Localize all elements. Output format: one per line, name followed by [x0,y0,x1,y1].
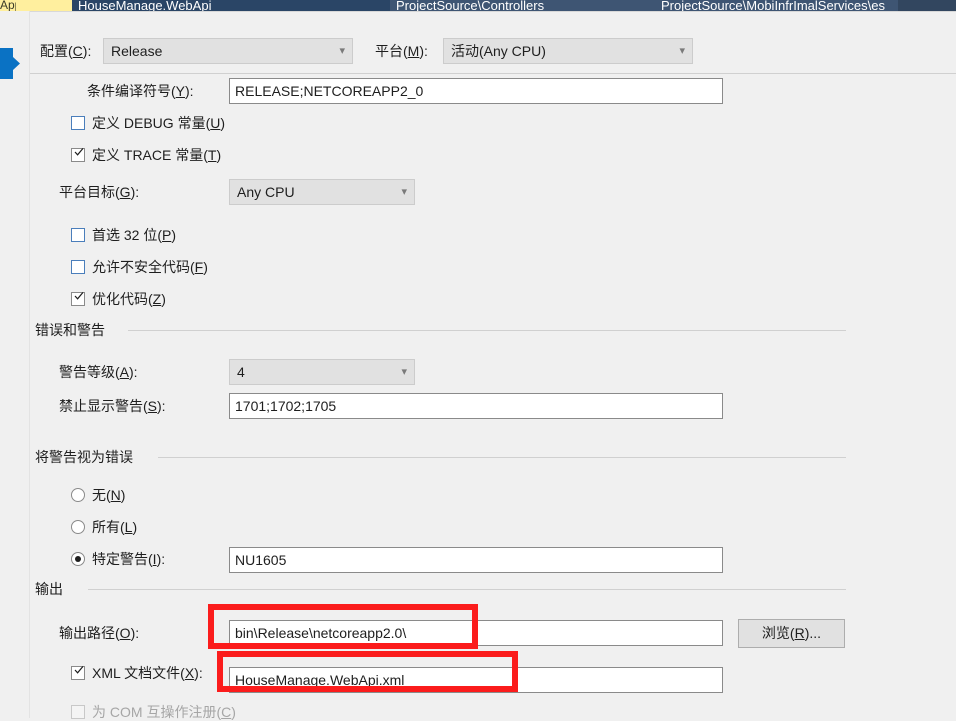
xml-doc-label[interactable]: XML 文档文件(X): [92,664,203,682]
output-path-input[interactable]: bin\Release\netcoreapp2.0\ [229,620,723,646]
xml-doc-label-text: XML 文档文件(X): [92,665,203,681]
conditional-symbols-input[interactable]: RELEASE;NETCOREAPP2_0 [229,78,723,104]
suppress-warnings-label: 禁止显示警告(S): [59,397,166,415]
treat-warnings-specific-value: NU1605 [235,552,287,568]
define-debug-label[interactable]: 定义 DEBUG 常量(U) [92,114,225,132]
configuration-combobox[interactable]: Release ▾ [103,38,353,64]
treat-warnings-all-radio[interactable] [71,520,85,534]
prefer-32bit-label[interactable]: 首选 32 位(P) [92,226,176,244]
warning-level-combobox[interactable]: 4 ▾ [229,359,415,385]
chevron-down-icon: ▾ [401,366,407,378]
checkmark-icon [74,148,84,156]
treat-warnings-none-radio[interactable] [71,488,85,502]
warning-level-value: 4 [237,364,245,380]
errors-warnings-group-rule [128,330,846,331]
browse-button-label: 浏览(R)... [761,625,822,641]
platform-target-label: 平台目标(G): [59,183,139,201]
suppress-warnings-value: 1701;1702;1705 [235,398,337,414]
treat-warnings-none-label[interactable]: 无(N) [92,486,125,504]
warning-level-label-text: 警告等级(A): [59,364,138,380]
platform-label: 平台(M): [375,42,428,60]
tab-unsaved-placeholder[interactable] [16,0,72,11]
define-trace-label-text: 定义 TRACE 常量(T) [92,147,222,163]
allow-unsafe-label-text: 允许不安全代码(F) [92,259,208,275]
treat-warnings-specific-label[interactable]: 特定警告(I): [92,550,165,568]
checkmark-icon [74,666,84,674]
tab-strip-overflow [898,0,956,11]
define-debug-checkbox[interactable] [71,116,85,130]
define-debug-label-text: 定义 DEBUG 常量(U) [92,115,226,131]
chevron-down-icon: ▾ [339,45,345,57]
editor-tab-strip: App; HouseManage.WebApi ProjectSource\Co… [0,0,956,11]
platform-target-value: Any CPU [237,184,295,200]
browse-button[interactable]: 浏览(R)... [738,619,845,648]
output-path-value: bin\Release\netcoreapp2.0\ [235,625,407,641]
treat-warnings-all-label[interactable]: 所有(L) [92,518,137,536]
platform-label-text: 平台(M): [375,43,428,59]
blue-arrow-marker [0,48,20,79]
project-properties-build-page: 配置(C): Release ▾ 平台(M): 活动(Any CPU) ▾ 条件… [0,11,956,721]
output-group-title: 输出 [35,580,71,598]
suppress-warnings-input[interactable]: 1701;1702;1705 [229,393,723,419]
panel-top-divider [30,11,956,12]
xml-doc-value: HouseManage.WebApi.xml [235,672,405,688]
configuration-label-text: 配置(C): [40,43,92,59]
gutter-edge-line [29,11,30,718]
prefer-32bit-label-text: 首选 32 位(P) [92,227,177,243]
chevron-down-icon: ▾ [401,186,407,198]
treat-warnings-all-label-text: 所有(L) [92,519,138,535]
conditional-symbols-label-text: 条件编译符号(Y): [87,83,194,99]
conditional-symbols-value: RELEASE;NETCOREAPP2_0 [235,83,424,99]
tab-housemanage-webapi[interactable]: HouseManage.WebApi [72,0,390,11]
checkmark-icon [74,292,84,300]
xml-doc-checkbox[interactable] [71,666,85,680]
platform-target-combobox[interactable]: Any CPU ▾ [229,179,415,205]
output-path-label: 输出路径(O): [59,624,139,642]
tab-projectsource-controllers[interactable]: ProjectSource\Controllers [390,0,655,11]
optimize-code-label-text: 优化代码(Z) [92,291,166,307]
platform-combobox[interactable]: 活动(Any CPU) ▾ [443,38,693,64]
tab-dirty-indicator[interactable]: App; [0,0,16,11]
allow-unsafe-label[interactable]: 允许不安全代码(F) [92,258,208,276]
xml-doc-input[interactable]: HouseManage.WebApi.xml [229,667,723,693]
toolbar-separator [30,73,956,74]
register-com-label: 为 COM 互操作注册(C) [92,703,236,721]
treat-warnings-group-rule [158,457,846,458]
treat-warnings-none-label-text: 无(N) [92,487,126,503]
optimize-code-label[interactable]: 优化代码(Z) [92,290,166,308]
errors-warnings-group-title: 错误和警告 [35,321,113,339]
left-gutter [0,11,30,718]
platform-target-label-text: 平台目标(G): [59,184,140,200]
allow-unsafe-checkbox[interactable] [71,260,85,274]
conditional-symbols-label: 条件编译符号(Y): [87,82,194,100]
configuration-label: 配置(C): [40,42,91,60]
chevron-down-icon: ▾ [679,45,685,57]
prefer-32bit-checkbox[interactable] [71,228,85,242]
suppress-warnings-label-text: 禁止显示警告(S): [59,398,166,414]
output-path-label-text: 输出路径(O): [59,625,140,641]
treat-warnings-specific-label-text: 特定警告(I): [92,551,166,567]
treat-warnings-specific-radio[interactable] [71,552,85,566]
treat-warnings-specific-input[interactable]: NU1605 [229,547,723,573]
optimize-code-checkbox[interactable] [71,292,85,306]
platform-value: 活动(Any CPU) [451,43,546,59]
tab-projectsource-mobile-services[interactable]: ProjectSource\MobiInfrImalServices\es [655,0,898,11]
warning-level-label: 警告等级(A): [59,363,138,381]
configuration-value: Release [111,43,163,59]
radio-selected-dot [75,556,81,562]
output-group-rule [88,589,846,590]
treat-warnings-group-title: 将警告视为错误 [35,448,141,466]
register-com-checkbox [71,705,85,719]
define-trace-label[interactable]: 定义 TRACE 常量(T) [92,146,221,164]
define-trace-checkbox[interactable] [71,148,85,162]
